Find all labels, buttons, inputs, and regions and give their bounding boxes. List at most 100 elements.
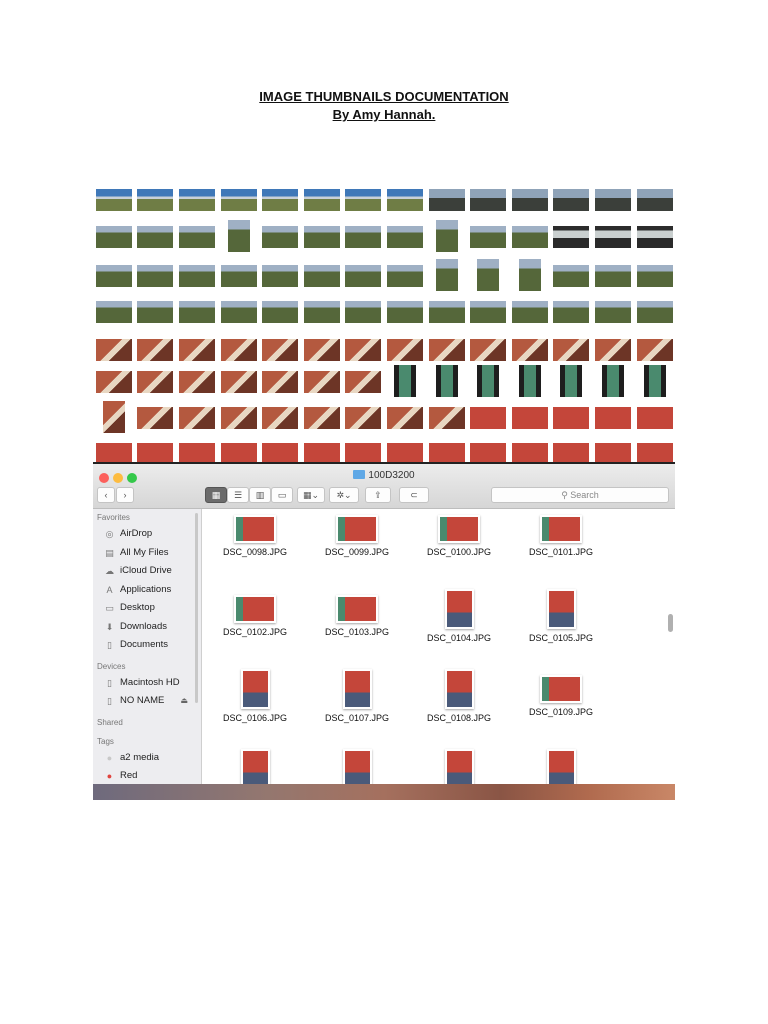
- sidebar-item[interactable]: ⬇ Downloads: [104, 621, 167, 632]
- tag-red-icon: ●: [106, 771, 113, 781]
- sidebar-item[interactable]: ▯ NO NAME ⏏: [104, 695, 188, 706]
- file-thumbnail: [438, 515, 480, 543]
- sheet-thumbnail: [302, 188, 341, 212]
- sidebar-item[interactable]: ▭ Desktop: [104, 602, 155, 613]
- sheet-thumbnail: [594, 300, 632, 324]
- cover-flow-button[interactable]: ▭: [271, 487, 293, 503]
- file-thumbnail: [540, 515, 582, 543]
- file-item[interactable]: DSC_0105.JPG: [510, 587, 612, 643]
- sheet-thumbnail: [635, 300, 674, 324]
- sheet-thumbnail: [386, 264, 424, 288]
- sidebar-item[interactable]: A Applications: [104, 584, 171, 595]
- sheet-thumbnail: [386, 300, 424, 324]
- sheet-thumbnail: [344, 442, 383, 462]
- column-view-button[interactable]: ▥: [249, 487, 271, 503]
- sidebar-item[interactable]: ▯ Macintosh HD: [104, 677, 180, 688]
- sidebar-item[interactable]: ▯ Documents: [104, 639, 168, 650]
- sheet-thumbnail: [635, 338, 674, 362]
- page-title: IMAGE THUMBNAILS DOCUMENTATION: [259, 89, 509, 104]
- sheet-thumbnail: [510, 188, 549, 212]
- sheet-thumbnail: [261, 370, 300, 394]
- file-item[interactable]: DSC_0106.JPG: [204, 667, 306, 723]
- tags-button[interactable]: ⊂: [399, 487, 429, 503]
- file-item[interactable]: DSC_0102.JPG: [204, 587, 306, 637]
- file-thumbnail: [336, 595, 378, 623]
- sidebar-scrollbar[interactable]: [195, 513, 198, 703]
- tag-icon: ⊂: [410, 490, 418, 500]
- sheet-thumbnail: [136, 225, 175, 249]
- sidebar-item-label: Documents: [120, 639, 169, 650]
- file-name: DSC_0106.JPG: [222, 713, 288, 723]
- list-view-button[interactable]: ☰: [227, 487, 249, 503]
- sheet-thumbnail: [594, 188, 632, 212]
- sheet-thumbnail: [469, 406, 508, 430]
- sheet-thumbnail: [552, 225, 591, 249]
- sidebar-item[interactable]: ● a2 media: [104, 752, 159, 763]
- action-button[interactable]: ✲⌄: [329, 487, 359, 503]
- file-item[interactable]: DSC_0100.JPG: [408, 509, 510, 557]
- documents-icon: ▯: [107, 640, 112, 650]
- file-thumbnail: [546, 589, 576, 629]
- gear-icon: ✲⌄: [336, 490, 352, 500]
- sheet-thumbnail: [178, 406, 216, 430]
- sidebar-item-label: Downloads: [120, 620, 167, 632]
- search-field[interactable]: ⚲ Search: [491, 487, 669, 503]
- sheet-thumbnail: [344, 264, 383, 288]
- sheet-thumbnail: [219, 188, 258, 212]
- file-item[interactable]: [306, 747, 408, 784]
- sheet-thumbnail: [434, 364, 459, 398]
- sidebar-item[interactable]: ▤ All My Files: [104, 546, 169, 558]
- sheet-thumbnail: [261, 188, 300, 212]
- window-title: 100D3200: [93, 470, 675, 481]
- share-button[interactable]: ⇪: [365, 487, 391, 503]
- sidebar-item-label: NO NAME: [120, 695, 165, 706]
- file-item[interactable]: [204, 747, 306, 784]
- arrange-button[interactable]: ▦⌄: [297, 487, 325, 503]
- sheet-thumbnail: [219, 264, 258, 288]
- sheet-thumbnail: [344, 370, 383, 394]
- sidebar-item-label: a2 media: [120, 751, 160, 763]
- sheet-thumbnail: [219, 406, 258, 430]
- finder-sidebar: Favorites ◎ AirDrop ▤ All My Files ☁ iCloud Dr…: [93, 509, 202, 784]
- search-placeholder: Search: [570, 490, 599, 500]
- eject-icon[interactable]: ⏏: [180, 696, 188, 705]
- back-button[interactable]: ‹: [97, 487, 115, 503]
- sheet-thumbnail: [594, 406, 632, 430]
- sheet-thumbnail: [552, 338, 591, 362]
- sheet-thumbnail: [94, 300, 133, 324]
- sheet-thumbnail: [552, 264, 591, 288]
- file-name: DSC_0098.JPG: [222, 547, 288, 557]
- file-item[interactable]: DSC_0107.JPG: [306, 667, 408, 723]
- sheet-thumbnail: [94, 370, 133, 394]
- file-item[interactable]: DSC_0098.JPG: [204, 509, 306, 557]
- file-name: DSC_0101.JPG: [528, 547, 594, 557]
- file-grid: DSC_0098.JPG DSC_0099.JPG DSC_0100.JPG DSC_…: [202, 509, 675, 784]
- sidebar-item[interactable]: ☁ iCloud Drive: [104, 565, 172, 576]
- file-name: DSC_0103.JPG: [324, 627, 390, 637]
- content-scrollbar[interactable]: [668, 614, 673, 632]
- file-item[interactable]: [408, 747, 510, 784]
- sidebar-item[interactable]: ● Red: [104, 770, 138, 781]
- sheet-thumbnail: [393, 364, 417, 398]
- sidebar-item-label: Red: [120, 770, 138, 781]
- sidebar-heading: Devices: [97, 661, 126, 671]
- forward-button[interactable]: ›: [116, 487, 134, 503]
- sidebar-item-label: All My Files: [120, 546, 169, 558]
- sidebar-item[interactable]: ◎ AirDrop: [104, 528, 153, 539]
- file-item[interactable]: [510, 747, 612, 784]
- icon-view-button[interactable]: ▦: [205, 487, 227, 503]
- file-name: DSC_0099.JPG: [324, 547, 390, 557]
- all-files-icon: ▤: [105, 547, 114, 558]
- file-item[interactable]: DSC_0109.JPG: [510, 667, 612, 717]
- sheet-thumbnail: [386, 406, 424, 430]
- file-item[interactable]: DSC_0104.JPG: [408, 587, 510, 643]
- sheet-thumbnail: [469, 338, 508, 362]
- file-item[interactable]: DSC_0108.JPG: [408, 667, 510, 723]
- file-item[interactable]: DSC_0101.JPG: [510, 509, 612, 557]
- sheet-thumbnail: [427, 442, 466, 462]
- airdrop-icon: ◎: [105, 529, 114, 539]
- sheet-thumbnail: [344, 300, 383, 324]
- arrange-icon: ▦⌄: [302, 490, 320, 500]
- file-item[interactable]: DSC_0103.JPG: [306, 587, 408, 637]
- file-item[interactable]: DSC_0099.JPG: [306, 509, 408, 557]
